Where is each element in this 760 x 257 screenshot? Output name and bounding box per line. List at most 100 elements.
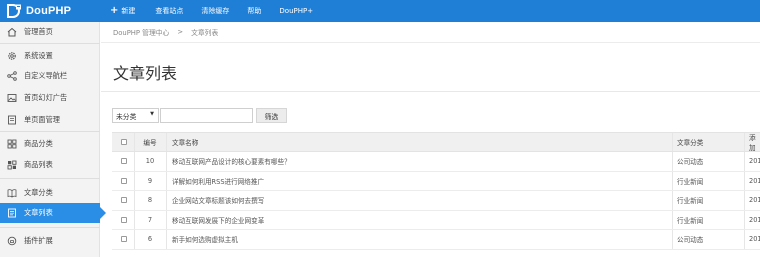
sidebar-item-single-page[interactable]: 单页面管理 xyxy=(0,110,100,130)
new-button[interactable]: + 新建 xyxy=(110,0,135,22)
row-category: 公司动态 xyxy=(677,158,704,167)
row-category: 行业新闻 xyxy=(677,216,704,225)
column-divider xyxy=(744,171,745,190)
row-date: 2013 xyxy=(749,176,760,185)
row-num: 9 xyxy=(147,176,153,185)
sidebar-item-article-list[interactable]: 文章列表 xyxy=(0,203,106,223)
row-title-link[interactable]: 企业网站文章标题该如何去撰写 xyxy=(172,191,264,210)
row-category: 行业新闻 xyxy=(677,197,704,206)
header-name: 文章名称 xyxy=(172,139,199,147)
column-divider xyxy=(166,152,167,171)
row-title-link[interactable]: 新手如何选购虚拟主机 xyxy=(172,230,238,249)
table-row: 9 详解如何利用RSS进行网络推广 行业新闻 2013 xyxy=(112,171,760,191)
sidebar-item-label: 管理首页 xyxy=(24,27,53,36)
sidebar-item-slideshow[interactable]: 首页幻灯广告 xyxy=(0,88,100,108)
grid-list-icon xyxy=(7,160,17,170)
column-divider xyxy=(166,210,167,229)
douphp-plus-link[interactable]: DouPHP+ xyxy=(279,0,313,22)
row-checkbox-cell xyxy=(121,230,127,249)
row-num: 8 xyxy=(147,196,153,205)
row-checkbox-cell xyxy=(121,172,127,191)
header-num[interactable]: 编号 xyxy=(138,133,162,151)
sidebar-item-product-category[interactable]: 商品分类 xyxy=(0,134,100,154)
row-title-link[interactable]: 移动互联网发展下的企业网变革 xyxy=(172,211,264,230)
article-table: 编号 文章名称 文章分类 添加 10 移动互联网产品设计的核心要素有哪些？ 公司… xyxy=(112,132,760,250)
table-row: 8 企业网站文章标题该如何去撰写 行业新闻 2013 xyxy=(112,191,760,211)
document-icon xyxy=(7,208,17,218)
image-icon xyxy=(7,93,17,103)
row-num: 6 xyxy=(147,235,153,244)
sidebar-item-label: 插件扩展 xyxy=(24,236,53,245)
sidebar-item-label: 商品列表 xyxy=(24,160,53,169)
breadcrumb-root[interactable]: DouPHP 管理中心 xyxy=(113,27,169,37)
sidebar-item-custom-nav[interactable]: 自定义导航栏 xyxy=(0,66,100,86)
sidebar-item-plugins[interactable]: 插件扩展 xyxy=(0,231,100,251)
sidebar-item-system-settings[interactable]: 系统设置 xyxy=(0,46,100,66)
sidebar-divider xyxy=(0,227,100,228)
sidebar-item-label: 首页幻灯广告 xyxy=(24,93,68,102)
category-select-value: 未分类 xyxy=(116,112,137,121)
column-divider xyxy=(134,152,135,171)
header-category: 文章分类 xyxy=(677,139,704,147)
view-site-link[interactable]: 查看站点 xyxy=(155,0,183,22)
logo[interactable]: DouPHP xyxy=(0,0,100,22)
column-divider xyxy=(166,133,167,151)
sidebar-item-label: 文章分类 xyxy=(24,188,53,197)
page-title: 文章列表 xyxy=(113,64,178,83)
clear-cache-link[interactable]: 清除缓存 xyxy=(201,0,229,22)
column-divider xyxy=(166,230,167,249)
select-all-checkbox[interactable] xyxy=(121,139,127,145)
top-nav: + 新建 查看站点 清除缓存 帮助 DouPHP+ xyxy=(110,0,313,22)
column-divider xyxy=(166,171,167,190)
book-icon xyxy=(7,188,17,198)
top-bar: DouPHP + 新建 查看站点 清除缓存 帮助 DouPHP+ xyxy=(0,0,760,22)
table-row: 10 移动互联网产品设计的核心要素有哪些？ 公司动态 2013 xyxy=(112,152,760,172)
filter-button[interactable]: 筛选 xyxy=(256,108,287,123)
sidebar-item-product-list[interactable]: 商品列表 xyxy=(0,155,100,175)
row-checkbox-cell xyxy=(121,191,127,210)
row-date: 2013 xyxy=(749,157,760,166)
column-divider xyxy=(744,152,745,171)
help-link[interactable]: 帮助 xyxy=(247,0,261,22)
table-row: 6 新手如何选购虚拟主机 公司动态 2013 xyxy=(112,230,760,250)
grid-icon xyxy=(7,139,17,149)
category-select[interactable]: 未分类 ▼ xyxy=(112,108,159,123)
row-checkbox[interactable] xyxy=(121,216,127,223)
column-divider xyxy=(744,210,745,229)
table-row: 7 移动互联网发展下的企业网变革 行业新闻 2013 xyxy=(112,210,760,230)
column-divider xyxy=(744,230,745,249)
column-divider xyxy=(672,210,673,229)
plugin-icon xyxy=(7,236,17,246)
row-checkbox[interactable] xyxy=(121,197,127,204)
gear-icon xyxy=(7,51,17,61)
row-checkbox[interactable] xyxy=(121,236,127,243)
row-num: 10 xyxy=(145,157,155,166)
row-checkbox[interactable] xyxy=(121,177,127,184)
column-divider xyxy=(744,133,745,151)
search-input[interactable] xyxy=(160,108,253,123)
share-icon xyxy=(7,71,17,81)
row-checkbox[interactable] xyxy=(121,158,127,165)
column-divider xyxy=(134,210,135,229)
sidebar-item-article-category[interactable]: 文章分类 xyxy=(0,183,100,203)
breadcrumb-separator: > xyxy=(177,28,184,36)
sidebar-item-label: 系统设置 xyxy=(24,51,53,60)
row-title-link[interactable]: 移动互联网产品设计的核心要素有哪些？ xyxy=(172,152,291,171)
sidebar-item-label: 商品分类 xyxy=(24,139,53,148)
column-divider xyxy=(672,230,673,249)
plus-icon: + xyxy=(110,5,119,16)
row-date: 2013 xyxy=(749,215,760,224)
column-divider xyxy=(134,171,135,190)
page-icon xyxy=(7,115,17,125)
help-label: 帮助 xyxy=(247,7,262,15)
brand-name: DouPHP xyxy=(26,5,72,17)
clear-cache-label: 清除缓存 xyxy=(201,7,230,15)
sidebar: 管理首页 系统设置 自定义导航栏 首页幻灯广告 单页面管理 商品分类 商品列表 … xyxy=(0,22,106,257)
row-checkbox-cell xyxy=(121,211,127,230)
row-title-link[interactable]: 详解如何利用RSS进行网络推广 xyxy=(172,172,264,191)
logo-icon xyxy=(7,4,22,18)
sidebar-divider xyxy=(0,178,100,179)
sidebar-item-home[interactable]: 管理首页 xyxy=(0,22,100,42)
column-divider xyxy=(672,191,673,210)
column-divider xyxy=(672,152,673,171)
